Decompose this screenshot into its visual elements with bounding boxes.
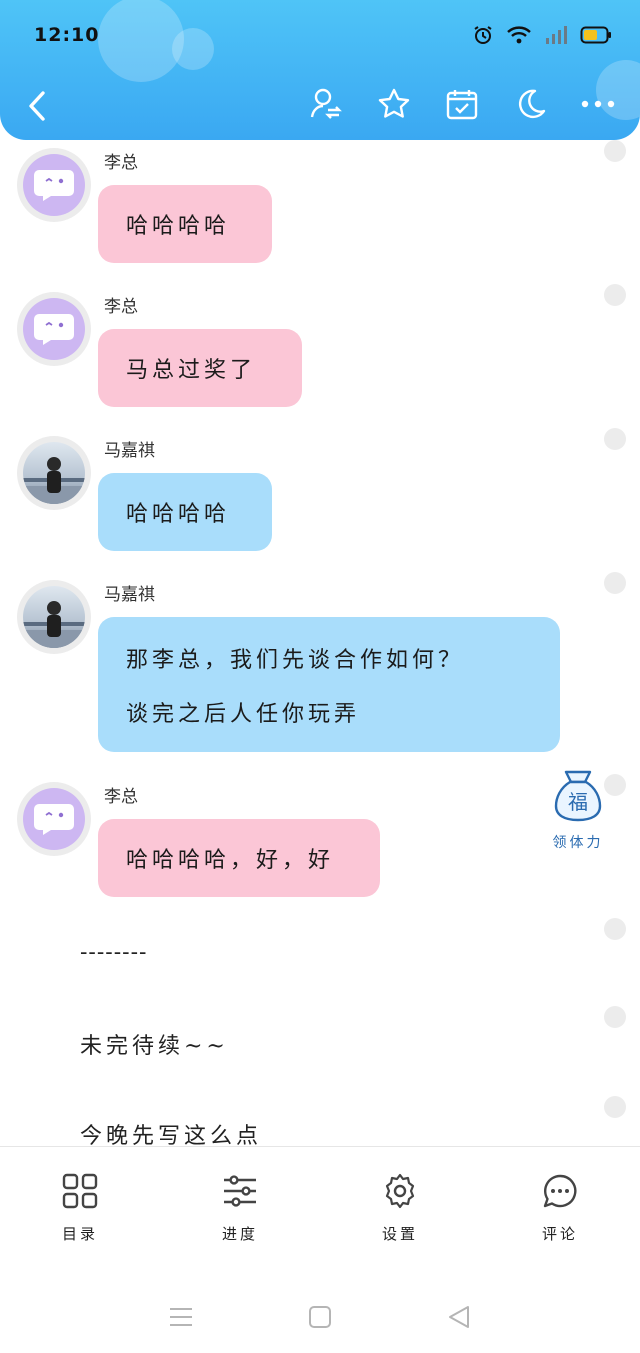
paragraph-dot[interactable] [604, 572, 626, 594]
message-bubble: 那李总，我们先谈合作如何？ 谈完之后人任你玩弄 [98, 617, 560, 752]
tab-settings[interactable]: 设置 [320, 1147, 480, 1276]
person-photo-icon [23, 457, 85, 504]
message-text: 哈哈哈哈，好，好 [126, 848, 335, 873]
message-bubble: 哈哈哈哈，好，好 [98, 819, 380, 897]
signal-icon [546, 26, 567, 44]
menu-icon[interactable] [168, 1306, 194, 1328]
message-text: 谈完之后人任你玩弄 [126, 701, 361, 727]
gear-icon [385, 1173, 415, 1209]
message-bubble: 哈哈哈哈 [98, 473, 272, 551]
tab-label: 评论 [541, 1225, 578, 1243]
sender-name: 李总 [104, 297, 138, 317]
header-actions [306, 84, 618, 124]
author-switch-icon[interactable] [306, 84, 346, 124]
sender-name: 李总 [104, 153, 138, 173]
back-icon[interactable] [20, 86, 54, 126]
sender-name: 马嘉祺 [104, 441, 155, 461]
chat-message: 李总 哈哈哈哈，好，好 [0, 774, 640, 908]
paragraph-dot[interactable] [604, 1006, 626, 1028]
tab-progress[interactable]: 进度 [160, 1147, 320, 1276]
decor-bubble-large [98, 0, 184, 82]
person-photo-icon [23, 601, 85, 648]
system-navigation-bar [0, 1280, 640, 1353]
message-bubble: 哈哈哈哈 [98, 185, 272, 263]
message-text: 马总过奖了 [126, 358, 257, 383]
decor-bubble-small [172, 28, 214, 70]
chat-message: 马嘉祺 那李总，我们先谈合作如何？ 谈完之后人任你玩弄 [0, 572, 640, 756]
avatar[interactable] [17, 580, 91, 654]
avatar[interactable] [17, 782, 91, 856]
avatar[interactable] [17, 436, 91, 510]
status-time: 12:10 [34, 24, 100, 46]
message-text: 哈哈哈哈 [126, 502, 231, 527]
divider-text: -------- [80, 940, 148, 965]
tonight-text: 今晚先写这么点 [80, 1124, 263, 1146]
message-text: 那李总，我们先谈合作如何？ [126, 647, 465, 673]
tab-label: 目录 [61, 1225, 98, 1243]
more-icon[interactable] [578, 84, 618, 124]
default-avatar-icon [34, 804, 74, 835]
avatar[interactable] [17, 148, 91, 222]
comment-icon [543, 1174, 577, 1208]
to-be-continued-text: 未完待续~~ [80, 1034, 229, 1059]
default-avatar-icon [34, 170, 74, 201]
alarm-icon [474, 26, 492, 44]
status-icons [472, 24, 612, 46]
default-avatar-icon [34, 314, 74, 345]
sender-name: 马嘉祺 [104, 585, 155, 605]
paragraph-dot[interactable] [604, 1096, 626, 1118]
chat-message: 李总 马总过奖了 [0, 284, 640, 418]
chat-message: 李总 哈哈哈哈 [0, 140, 640, 274]
grid-icon [62, 1173, 98, 1209]
wifi-icon [507, 26, 531, 44]
avatar[interactable] [17, 292, 91, 366]
paragraph-dot[interactable] [604, 140, 626, 162]
sender-name: 李总 [104, 787, 138, 807]
lucky-bag-icon: 福 [554, 770, 602, 822]
star-icon[interactable] [374, 84, 414, 124]
chat-area: 李总 哈哈哈哈 李总 马总过奖了 马嘉祺 哈哈哈哈 马嘉祺 那李总，我们先谈合作… [0, 140, 640, 1146]
chat-message: 马嘉祺 哈哈哈哈 [0, 428, 640, 562]
sliders-icon [224, 1175, 256, 1207]
tab-comments[interactable]: 评论 [480, 1147, 640, 1276]
calendar-check-icon[interactable] [442, 84, 482, 124]
paragraph-dot[interactable] [604, 918, 626, 940]
battery-icon [580, 26, 611, 44]
home-icon[interactable] [308, 1305, 332, 1329]
fu-label: 领体力 [552, 835, 604, 851]
bottom-toolbar: 目录 进度 设置 评论 [0, 1146, 640, 1276]
message-text: 哈哈哈哈 [126, 214, 231, 239]
back-nav-icon[interactable] [446, 1304, 472, 1330]
tab-label: 设置 [381, 1225, 418, 1243]
fu-glyph: 福 [568, 790, 588, 814]
paragraph-dot[interactable] [604, 428, 626, 450]
tab-label: 进度 [221, 1225, 258, 1243]
paragraph-dot[interactable] [604, 284, 626, 306]
claim-stamina-widget[interactable]: 福 领体力 [546, 768, 610, 852]
top-header: 12:10 [0, 0, 640, 140]
message-bubble: 马总过奖了 [98, 329, 302, 407]
tab-catalog[interactable]: 目录 [0, 1147, 160, 1276]
night-mode-icon[interactable] [510, 84, 550, 124]
